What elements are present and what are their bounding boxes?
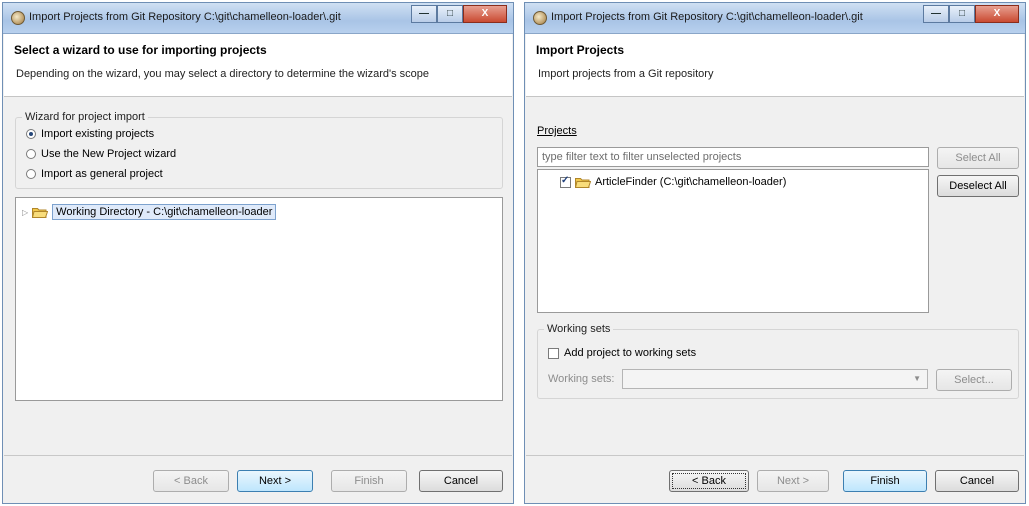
footer-divider [4,455,512,456]
tree-item-working-directory[interactable]: ▷ Working Directory - C:\git\chamelleon-… [22,204,277,220]
add-to-working-sets-label: Add project to working sets [564,347,697,359]
radio-label: Use the New Project wizard [41,148,177,160]
back-button[interactable]: < Back [669,470,749,492]
page-title: Select a wizard to use for importing pro… [14,43,267,57]
wizard-window-left: Import Projects from Git Repository C:\g… [2,2,514,504]
group-legend: Wizard for project import [22,111,148,123]
next-button[interactable]: Next > [237,470,313,492]
window-controls: — □ X [411,5,507,25]
expand-arrow-icon[interactable]: ▷ [22,208,28,217]
project-checkbox[interactable] [560,175,571,188]
window-controls: — □ X [923,5,1019,25]
tree-item-label: Working Directory - C:\git\chamelleon-lo… [52,204,277,220]
title-bar[interactable]: Import Projects from Git Repository C:\g… [3,3,513,34]
projects-label-text: Projects [537,125,577,137]
projects-label: Projects [537,125,577,137]
maximize-button[interactable]: □ [437,5,463,23]
project-folder-icon [575,177,591,188]
radio-selected-icon[interactable] [26,129,36,139]
wizard-header: Select a wizard to use for importing pro… [4,34,512,97]
minimize-button[interactable]: — [411,5,437,23]
maximize-button[interactable]: □ [949,5,975,23]
directory-tree[interactable]: ▷ Working Directory - C:\git\chamelleon-… [15,197,503,401]
chevron-down-icon: ▼ [913,374,921,383]
projects-list[interactable]: ArticleFinder (C:\git\chamelleon-loader) [537,169,929,313]
radio-label: Import as general project [41,168,163,180]
finish-button[interactable]: Finish [331,470,407,492]
radio-icon[interactable] [26,169,36,179]
finish-button[interactable]: Finish [843,470,927,492]
working-sets-checkbox[interactable] [548,347,559,359]
add-to-working-sets-option[interactable]: Add project to working sets [548,347,696,359]
eclipse-icon [533,11,547,25]
select-working-sets-button[interactable]: Select... [936,369,1012,391]
project-label: ArticleFinder (C:\git\chamelleon-loader) [595,176,787,188]
window-title: Import Projects from Git Repository C:\g… [551,11,863,23]
filter-input[interactable]: type filter text to filter unselected pr… [537,147,929,167]
footer-divider [526,455,1024,456]
close-button[interactable]: X [975,5,1019,23]
project-item-articlefinder[interactable]: ArticleFinder (C:\git\chamelleon-loader) [560,175,787,188]
wizard-header: Import Projects Import projects from a G… [526,34,1024,97]
eclipse-icon [11,11,25,25]
cancel-button[interactable]: Cancel [935,470,1019,492]
back-button[interactable]: < Back [153,470,229,492]
wizard-type-group: Wizard for project import Import existin… [15,111,503,189]
minimize-button[interactable]: — [923,5,949,23]
page-title: Import Projects [536,43,625,57]
radio-import-existing[interactable]: Import existing projects [26,128,154,140]
working-sets-label: Working sets: [548,373,615,385]
wizard-window-right: Import Projects from Git Repository C:\g… [524,2,1026,504]
close-button[interactable]: X [463,5,507,23]
radio-new-project-wizard[interactable]: Use the New Project wizard [26,148,176,160]
radio-icon[interactable] [26,149,36,159]
working-sets-combo[interactable]: ▼ [622,369,928,389]
radio-label: Import existing projects [41,128,155,140]
page-description: Depending on the wizard, you may select … [16,68,429,80]
next-button[interactable]: Next > [757,470,829,492]
page-description: Import projects from a Git repository [538,68,714,80]
deselect-all-button[interactable]: Deselect All [937,175,1019,197]
group-legend: Working sets [544,323,614,335]
radio-general-project[interactable]: Import as general project [26,168,163,180]
select-all-button[interactable]: Select All [937,147,1019,169]
window-title: Import Projects from Git Repository C:\g… [29,11,341,23]
folder-open-icon [32,207,49,218]
working-sets-group: Working sets Add project to working sets… [537,323,1019,399]
cancel-button[interactable]: Cancel [419,470,503,492]
title-bar[interactable]: Import Projects from Git Repository C:\g… [525,3,1025,34]
